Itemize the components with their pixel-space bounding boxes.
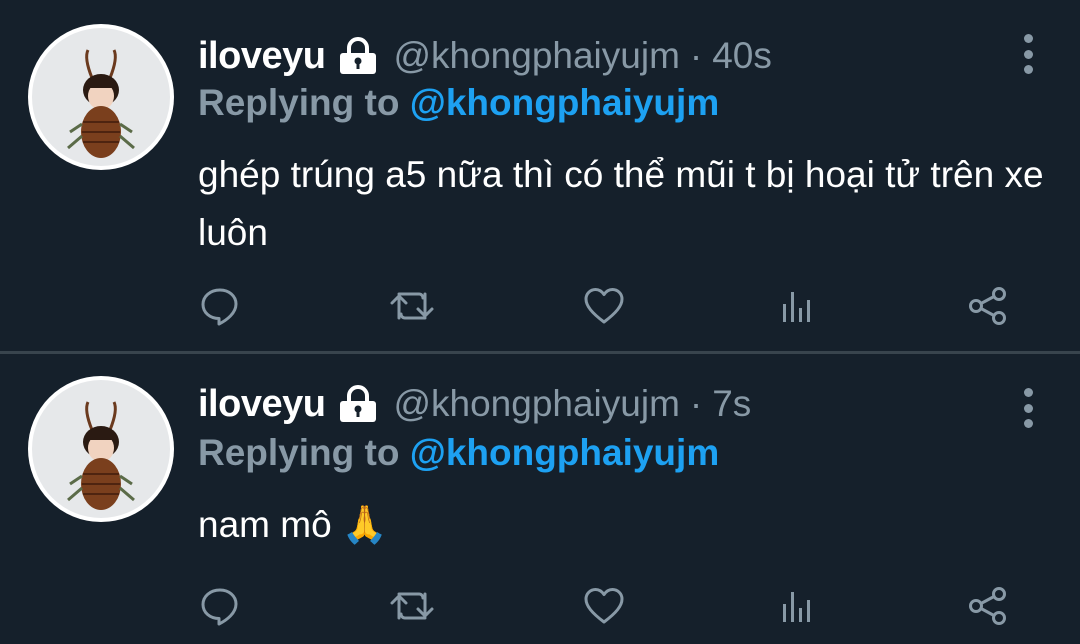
like-icon[interactable] — [580, 582, 628, 630]
display-name[interactable]: iloveyu — [198, 35, 326, 78]
lock-icon — [337, 36, 379, 76]
tweet-header: iloveyu @khongphaiyujm · 7s — [198, 378, 751, 430]
lock-icon — [337, 384, 379, 424]
handle[interactable]: @khongphaiyujm — [393, 383, 679, 425]
reply-prefix: Replying to — [198, 82, 400, 123]
retweet-icon[interactable] — [388, 582, 436, 630]
more-vertical-icon[interactable] — [1020, 34, 1036, 74]
handle[interactable]: @khongphaiyujm — [393, 35, 679, 77]
share-icon[interactable] — [964, 582, 1012, 630]
avatar-image — [32, 380, 170, 518]
reply-to-handle[interactable]: @khongphaiyujm — [410, 82, 719, 123]
avatar[interactable] — [28, 24, 174, 170]
reply-icon[interactable] — [196, 582, 244, 630]
timestamp[interactable]: 40s — [712, 35, 772, 77]
replying-to: Replying to @khongphaiyujm — [198, 432, 719, 474]
replying-to: Replying to @khongphaiyujm — [198, 82, 719, 124]
more-vertical-icon[interactable] — [1020, 388, 1036, 428]
reply-prefix: Replying to — [198, 432, 400, 473]
tweet-text: nam mô 🙏 — [198, 504, 389, 545]
avatar[interactable] — [28, 376, 174, 522]
timestamp[interactable]: 7s — [712, 383, 751, 425]
like-icon[interactable] — [580, 282, 628, 330]
retweet-icon[interactable] — [388, 282, 436, 330]
tweet[interactable]: iloveyu @khongphaiyujm · 7s Replying to … — [0, 354, 1080, 644]
avatar-image — [32, 28, 170, 166]
reply-icon[interactable] — [196, 282, 244, 330]
separator-dot: · — [689, 383, 703, 424]
separator-dot: · — [689, 35, 703, 76]
analytics-icon[interactable] — [772, 582, 820, 630]
share-icon[interactable] — [964, 282, 1012, 330]
action-bar — [0, 282, 1080, 332]
tweet-text: ghép trúng a5 nữa thì có thể mũi t bị ho… — [198, 154, 1044, 253]
display-name[interactable]: iloveyu — [198, 383, 326, 426]
analytics-icon[interactable] — [772, 282, 820, 330]
tweet-header: iloveyu @khongphaiyujm · 40s — [198, 30, 772, 82]
reply-to-handle[interactable]: @khongphaiyujm — [410, 432, 719, 473]
tweet[interactable]: iloveyu @khongphaiyujm · 40s Replying to… — [0, 0, 1080, 352]
action-bar — [0, 582, 1080, 632]
